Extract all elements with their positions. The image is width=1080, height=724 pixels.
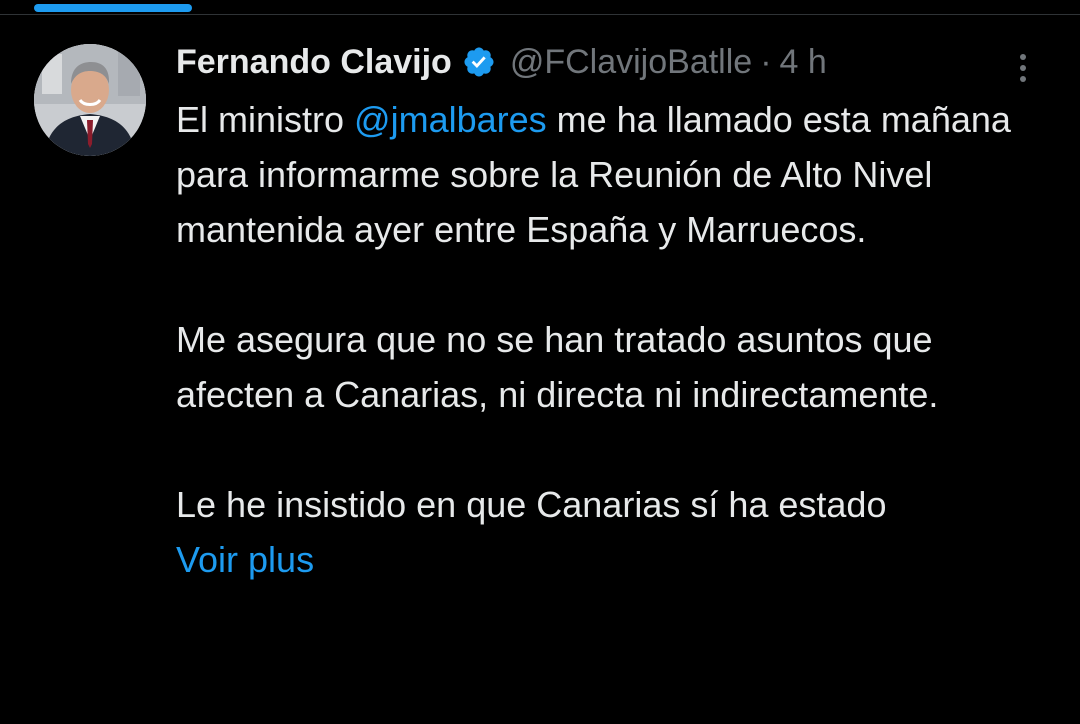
text-segment: El ministro xyxy=(176,99,355,140)
tweet-header: Fernando Clavijo @FClavijoBatlle · 4 h xyxy=(176,36,1056,88)
avatar[interactable] xyxy=(34,44,146,156)
paragraph-3: Le he insistido en que Canarias sí ha es… xyxy=(176,484,887,525)
paragraph-1: El ministro @jmalbares me ha llamado est… xyxy=(176,92,1036,257)
paragraph-2: Me asegura que no se han tratado asuntos… xyxy=(176,319,939,415)
tweet[interactable]: Fernando Clavijo @FClavijoBatlle · 4 h E… xyxy=(176,36,1056,587)
separator-dot: · xyxy=(760,42,772,81)
tweet-text: El ministro @jmalbares me ha llamado est… xyxy=(176,92,1036,532)
verified-badge-icon xyxy=(462,45,496,79)
timestamp[interactable]: 4 h xyxy=(780,43,827,82)
avatar-photo xyxy=(34,44,146,156)
more-options-icon[interactable] xyxy=(1010,48,1036,88)
tab-indicator xyxy=(34,4,192,12)
mention-link[interactable]: @jmalbares xyxy=(354,99,547,140)
author-handle[interactable]: @FClavijoBatlle xyxy=(510,43,752,82)
show-more-link[interactable]: Voir plus xyxy=(176,532,1056,587)
author-name[interactable]: Fernando Clavijo xyxy=(176,43,452,82)
divider xyxy=(0,14,1080,15)
